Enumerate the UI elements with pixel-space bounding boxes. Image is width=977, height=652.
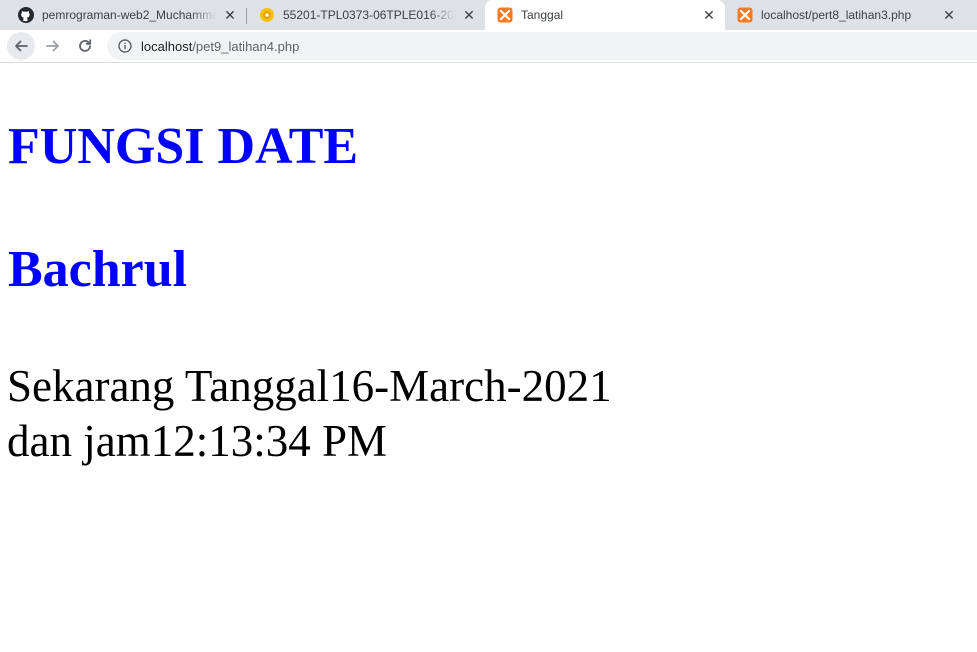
tab-title: 55201-TPL0373-06TPLE016-2020 [283, 8, 455, 22]
xampp-icon [737, 7, 753, 23]
close-icon[interactable]: ✕ [222, 7, 238, 23]
url-text: localhost/pet9_latihan4.php [141, 39, 299, 54]
close-icon[interactable]: ✕ [941, 7, 957, 23]
tab-tanggal[interactable]: Tanggal ✕ [485, 0, 725, 30]
author-name: Bachrul [8, 241, 188, 298]
tab-title: Tanggal [521, 8, 564, 22]
back-button[interactable] [7, 32, 35, 60]
tab-title: pemrograman-web2_Muchammad [42, 8, 216, 22]
reload-icon [79, 39, 92, 52]
close-icon[interactable]: ✕ [701, 7, 717, 23]
elearning-icon [259, 7, 275, 23]
tab-strip: pemrograman-web2_Muchammad ✕ 55201-TPL03… [0, 0, 977, 30]
close-icon[interactable]: ✕ [461, 7, 477, 23]
github-icon [18, 7, 34, 23]
address-bar[interactable]: localhost/pet9_latihan4.php [107, 32, 977, 60]
tab-github[interactable]: pemrograman-web2_Muchammad ✕ [6, 0, 246, 30]
url-path: /pet9_latihan4.php [192, 38, 300, 54]
time-text: dan jam12:13:34 PM [7, 416, 387, 466]
reload-button[interactable] [71, 32, 99, 60]
xampp-icon [497, 7, 513, 23]
browser-toolbar: localhost/pet9_latihan4.php [0, 30, 977, 63]
arrow-right-icon [46, 40, 59, 52]
tab-elearning[interactable]: 55201-TPL0373-06TPLE016-2020 ✕ [247, 0, 485, 30]
info-icon[interactable] [117, 38, 133, 54]
page-title: FUNGSI DATE [8, 118, 359, 175]
tab-title: localhost/pert8_latihan3.php [761, 8, 912, 22]
arrow-left-icon [15, 40, 28, 52]
page-content: FUNGSI DATE Bachrul Sekarang Tanggal16-M… [0, 63, 977, 652]
forward-button[interactable] [39, 32, 67, 60]
tab-pert8[interactable]: localhost/pert8_latihan3.php ✕ [725, 0, 965, 30]
url-host: localhost [141, 38, 193, 54]
date-text: Sekarang Tanggal16-March-2021 [7, 361, 612, 411]
